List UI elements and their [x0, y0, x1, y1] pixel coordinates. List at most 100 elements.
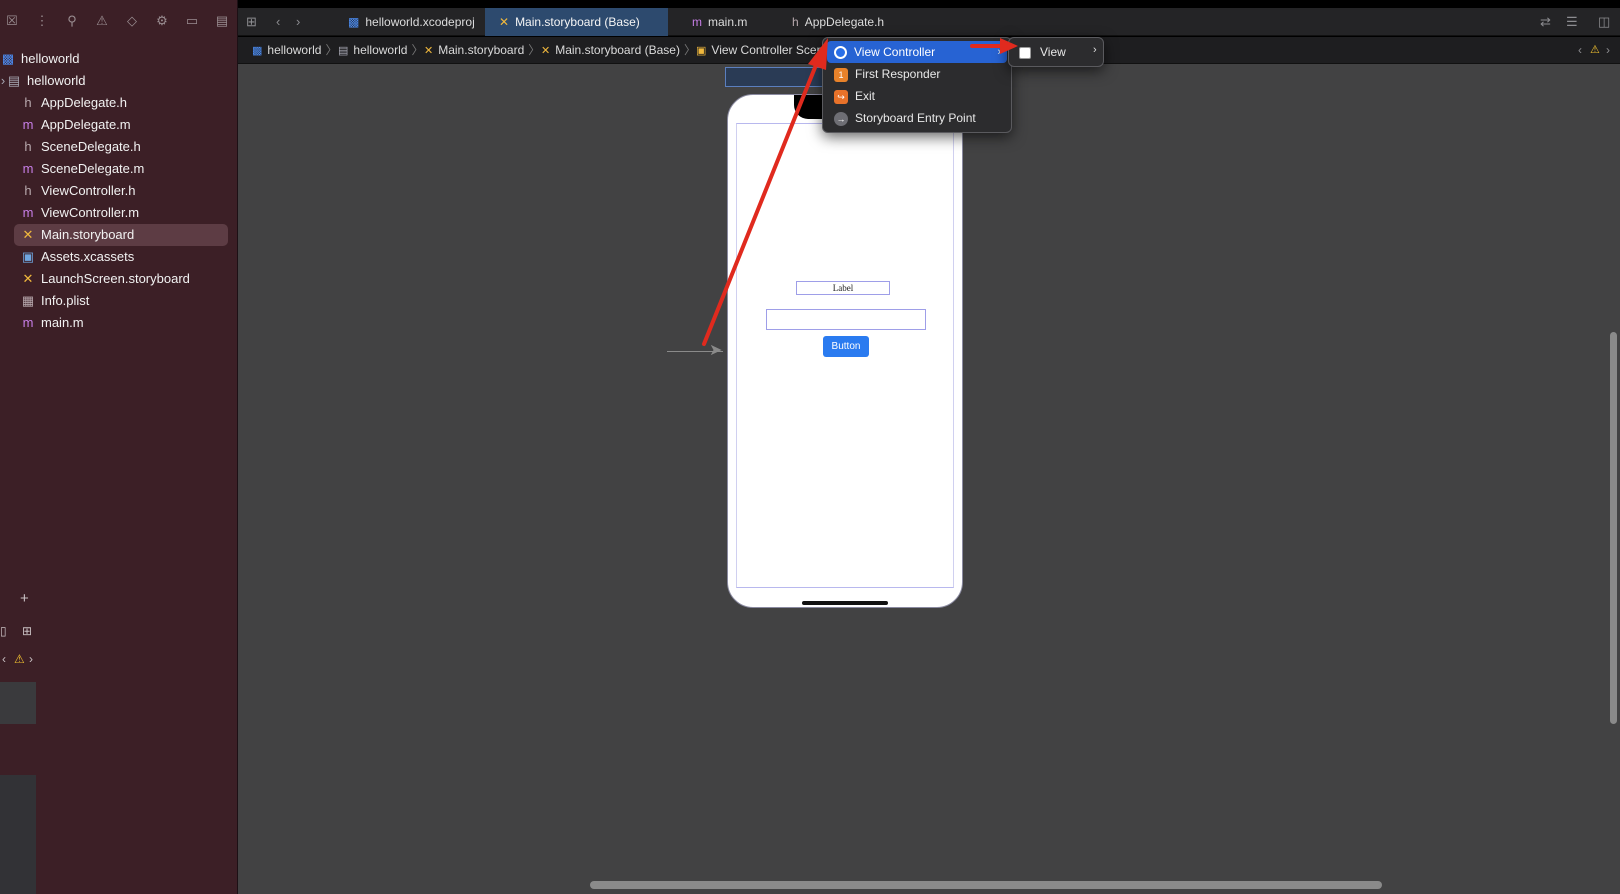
breadcrumb-label: View Controller Scen [711, 43, 824, 57]
back-icon[interactable]: ‹ [276, 13, 280, 31]
tree-item-file[interactable]: m AppDelegate.m [20, 114, 230, 136]
h-file-icon: h [792, 15, 799, 29]
tree-item-label: main.m [41, 315, 84, 330]
tree-item-label: AppDelegate.h [41, 95, 128, 110]
chevron-right-icon: 〉 [325, 43, 338, 57]
tree-item-label: Main.storyboard [41, 227, 135, 242]
breadcrumb-group[interactable]: ▤ helloworld 〉 [338, 37, 423, 64]
warning-icon[interactable]: ⚠ [14, 652, 25, 666]
grid-icon[interactable]: ⊞ [246, 13, 257, 31]
tree-item-label: helloworld [27, 73, 86, 88]
warning-icon[interactable]: ⚠ [1590, 37, 1600, 64]
menu-item-label: First Responder [855, 67, 941, 81]
chevron-right-icon: 〉 [528, 43, 541, 57]
storyboard-text-field[interactable] [766, 309, 926, 330]
tree-item-label: Info.plist [41, 293, 90, 308]
menu-item-view-controller[interactable]: View Controller › [827, 41, 1007, 63]
tree-item-project[interactable]: ▩ helloworld [0, 48, 230, 70]
project-navigator: ☒ ⋮ ⚲ ⚠ ◇ ⚙ ▭ ▤ ▩ helloworld › ▤ helloworld… [0, 0, 238, 894]
view-icon [1019, 46, 1031, 59]
forward-icon[interactable]: › [1606, 37, 1610, 64]
tree-item-file-selected[interactable]: ✕ Main.storyboard [14, 224, 228, 246]
tree-item-label: LaunchScreen.storyboard [41, 271, 190, 286]
menu-item-storyboard-entry-point[interactable]: → Storyboard Entry Point [827, 107, 1007, 129]
menu-item-exit[interactable]: ↪ Exit [827, 85, 1007, 107]
tree-item-file[interactable]: ✕ LaunchScreen.storyboard [20, 268, 230, 290]
breadcrumb-file[interactable]: ✕ Main.storyboard 〉 [424, 37, 540, 64]
breadcrumb-localization[interactable]: ✕ Main.storyboard (Base) 〉 [541, 37, 696, 64]
chevron-right-icon: › [997, 46, 1001, 58]
view-controller-scene[interactable]: Label Button [727, 94, 963, 608]
panel-toggle-icon[interactable]: ▯ [0, 624, 7, 638]
inspector-panel-header [0, 682, 36, 724]
tree-item-file[interactable]: ▣ Assets.xcassets [20, 246, 230, 268]
test-icon[interactable]: ◇ [123, 12, 141, 30]
tree-item-label: SceneDelegate.h [41, 139, 141, 154]
scene-icon: ▣ [696, 45, 707, 57]
h-file-icon: h [24, 183, 32, 198]
tab-label: main.m [708, 15, 748, 29]
breakpoint-icon[interactable]: ▭ [183, 12, 201, 30]
scene-dock[interactable] [725, 67, 825, 87]
tree-item-file[interactable]: m ViewController.m [20, 202, 230, 224]
navigator-toolbar: ☒ ⋮ ⚲ ⚠ ◇ ⚙ ▭ ▤ [0, 8, 238, 36]
tree-item-file[interactable]: h AppDelegate.h [20, 92, 230, 114]
submenu-item-label: View [1040, 45, 1066, 59]
forward-icon[interactable]: › [29, 652, 33, 666]
storyboard-button[interactable]: Button [823, 336, 869, 357]
project-icon: ▩ [252, 45, 263, 57]
warning-icon[interactable]: ⚠ [93, 12, 111, 30]
menu-item-first-responder[interactable]: 1 First Responder [827, 63, 1007, 85]
tree-item-file[interactable]: h SceneDelegate.h [20, 136, 230, 158]
tree-item-file[interactable]: m main.m [20, 312, 230, 334]
plist-icon: ▦ [21, 293, 35, 308]
breadcrumb-scene[interactable]: ▣ View Controller Scen [696, 37, 823, 64]
forward-icon[interactable]: › [296, 13, 300, 31]
assets-icon: ▣ [21, 249, 35, 264]
project-icon: ▩ [348, 15, 360, 29]
debug-icon[interactable]: ⚙ [153, 12, 171, 30]
breadcrumb-label: Main.storyboard (Base) [555, 43, 680, 57]
breadcrumb-project[interactable]: ▩ helloworld 〉 [252, 37, 337, 64]
submenu-item-view[interactable]: View [1019, 42, 1066, 62]
back-icon[interactable]: ‹ [2, 652, 6, 666]
inspector-panel-body [0, 775, 36, 894]
tree-item-file[interactable]: ▦ Info.plist [20, 290, 230, 312]
tab-label: Main.storyboard (Base) [515, 15, 640, 29]
chevron-right-icon: 〉 [411, 43, 424, 57]
menu-item-label: Storyboard Entry Point [855, 111, 976, 125]
exit-icon: ↪ [834, 89, 848, 104]
tab-appdelegate-h[interactable]: h AppDelegate.h [778, 8, 908, 36]
h-file-icon: h [24, 95, 32, 110]
vertical-scrollbar[interactable] [1610, 332, 1617, 724]
tree-item-file[interactable]: h ViewController.h [20, 180, 230, 202]
storyboard-icon: ✕ [424, 45, 434, 57]
tree-item-file[interactable]: m SceneDelegate.m [20, 158, 230, 180]
search-icon[interactable]: ⚲ [63, 12, 81, 30]
source-control-icon[interactable]: ⋮ [33, 12, 51, 30]
horizontal-scrollbar[interactable] [590, 881, 1382, 889]
tab-main-m[interactable]: m main.m [678, 8, 778, 36]
tab-helloworld-xcodeproj[interactable]: ▩ helloworld.xcodeproj [334, 8, 475, 36]
editor-options-icon[interactable]: ☰ [1566, 13, 1578, 31]
tab-label: AppDelegate.h [804, 15, 885, 29]
chevron-right-icon: › [1093, 44, 1097, 56]
m-file-icon: m [22, 205, 34, 220]
tree-item-label: ViewController.m [41, 205, 140, 220]
menu-item-label: View Controller [854, 45, 936, 59]
library-icon[interactable]: ⊞ [22, 624, 32, 638]
split-editor-icon[interactable]: ◫ [1598, 13, 1610, 31]
navigator-close-icon[interactable]: ☒ [3, 12, 21, 30]
add-icon[interactable]: + [20, 590, 29, 607]
chevron-right-icon: 〉 [683, 43, 696, 57]
report-icon[interactable]: ▤ [213, 12, 231, 30]
back-icon[interactable]: ‹ [1578, 37, 1582, 64]
home-indicator [802, 601, 888, 605]
storyboard-label[interactable]: Label [796, 281, 890, 295]
tree-item-label: SceneDelegate.m [41, 161, 145, 176]
m-file-icon: m [22, 161, 34, 176]
tree-item-label: AppDelegate.m [41, 117, 131, 132]
tab-main-storyboard[interactable]: ✕ Main.storyboard (Base) [485, 8, 668, 36]
tree-item-group[interactable]: › ▤ helloworld [0, 70, 230, 92]
swap-icon[interactable]: ⇄ [1540, 13, 1551, 31]
